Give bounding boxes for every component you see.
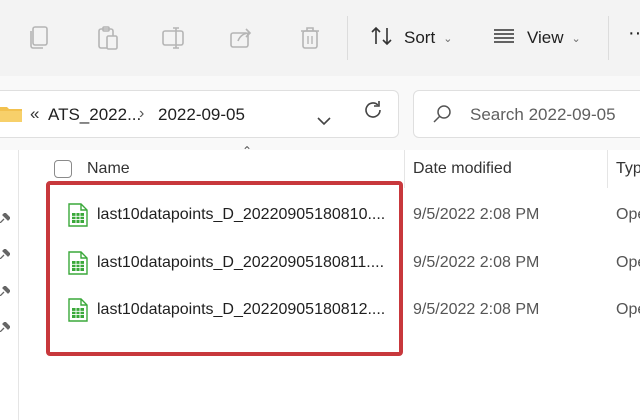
column-header-date-modified[interactable]: Date modified — [413, 160, 512, 178]
chevron-down-icon: ⌄ — [443, 32, 453, 45]
chevron-down-icon: ⌄ — [571, 32, 581, 45]
file-row[interactable]: last10datapoints_D_20220905180811.... 9/… — [18, 245, 640, 281]
file-type: Ope — [616, 254, 640, 271]
column-resize-handle[interactable] — [607, 150, 608, 188]
file-name: last10datapoints_D_20220905180810.... — [97, 206, 386, 223]
column-header-name[interactable]: Name — [87, 160, 130, 178]
navigation-pane — [0, 150, 19, 420]
rename-icon[interactable] — [161, 25, 187, 51]
breadcrumb-separator: › — [139, 105, 145, 122]
file-row[interactable]: last10datapoints_D_20220905180810.... 9/… — [18, 197, 640, 233]
sort-ascending-icon: ⌃ — [242, 144, 253, 158]
file-name: last10datapoints_D_20220905180811.... — [97, 254, 385, 271]
spreadsheet-file-icon — [68, 298, 88, 322]
file-row[interactable]: last10datapoints_D_20220905180812.... 9/… — [18, 292, 640, 328]
chevron-down-icon[interactable] — [314, 103, 334, 126]
pin-icon[interactable] — [0, 246, 11, 260]
file-date-modified: 9/5/2022 2:08 PM — [413, 301, 540, 318]
sort-icon — [370, 26, 394, 51]
spreadsheet-file-icon — [68, 203, 88, 227]
search-input[interactable]: Search 2022-09-05 — [413, 90, 640, 138]
search-placeholder: Search 2022-09-05 — [470, 105, 616, 124]
toolbar-divider — [347, 16, 348, 60]
column-header-type[interactable]: Typ — [616, 160, 640, 178]
column-header-row: ⌃ Name Date modified Typ — [18, 144, 640, 190]
more-options-button[interactable]: ··· — [628, 22, 640, 45]
spreadsheet-file-icon — [68, 251, 88, 275]
address-bar[interactable]: « ATS_2022... › 2022-09-05 — [0, 90, 399, 138]
address-row: « ATS_2022... › 2022-09-05 Search 2022-0… — [0, 76, 640, 150]
sort-button[interactable]: Sort ⌄ — [370, 22, 452, 54]
file-type: Ope — [616, 301, 640, 318]
toolbar-divider — [608, 16, 609, 60]
pin-icon[interactable] — [0, 210, 11, 224]
refresh-icon[interactable] — [362, 99, 384, 121]
view-label: View — [527, 28, 564, 47]
file-type: Ope — [616, 206, 640, 223]
folder-icon — [0, 105, 22, 128]
select-all-checkbox[interactable] — [54, 160, 72, 178]
file-date-modified: 9/5/2022 2:08 PM — [413, 206, 540, 223]
view-button[interactable]: View ⌄ — [493, 22, 581, 54]
breadcrumb-current-folder[interactable]: 2022-09-05 — [158, 105, 245, 125]
pin-icon[interactable] — [0, 283, 11, 297]
file-date-modified: 9/5/2022 2:08 PM — [413, 254, 540, 271]
paste-icon[interactable] — [95, 25, 121, 51]
search-icon — [432, 104, 452, 129]
command-bar: Sort ⌄ View ⌄ ··· — [0, 0, 640, 77]
column-resize-handle[interactable] — [404, 150, 405, 188]
overflow-crumbs[interactable]: « — [30, 104, 39, 124]
sort-label: Sort — [404, 28, 436, 47]
share-icon[interactable] — [229, 25, 255, 51]
view-icon — [493, 28, 515, 49]
delete-icon[interactable] — [297, 25, 323, 51]
file-name: last10datapoints_D_20220905180812.... — [97, 301, 386, 318]
copy-icon[interactable] — [26, 25, 52, 51]
breadcrumb-ats[interactable]: ATS_2022... — [48, 105, 141, 125]
pin-icon[interactable] — [0, 319, 11, 333]
